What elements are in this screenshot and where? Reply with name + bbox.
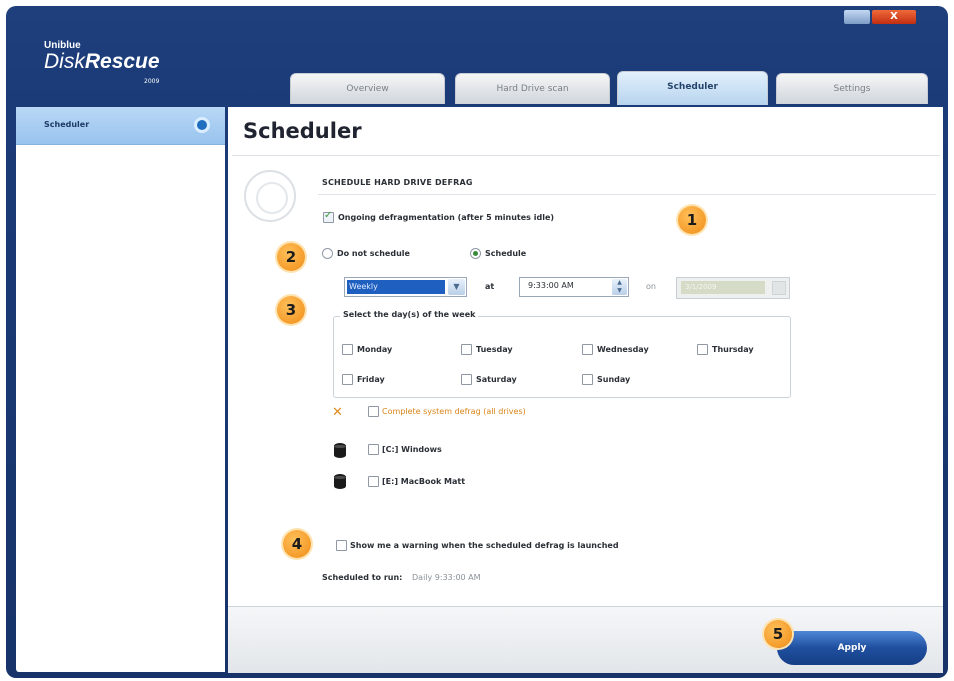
logo-year: 2009 (144, 78, 160, 85)
hard-drive-icon (334, 443, 346, 458)
close-button[interactable]: X (872, 10, 916, 24)
minimize-button[interactable] (844, 10, 870, 24)
callout-badge-4: 4 (283, 530, 311, 558)
sidebar-item-label: Scheduler (44, 120, 90, 129)
callout-badge-5: 5 (764, 620, 792, 648)
callout-badge-2: 2 (277, 243, 305, 271)
day-label-friday: Friday (357, 375, 385, 384)
day-label-tuesday: Tuesday (476, 345, 513, 354)
tuesday-checkbox[interactable] (461, 344, 472, 355)
drive-c-label: [C:] Windows (382, 445, 442, 454)
tab-overview[interactable]: Overview (290, 73, 445, 104)
date-value: 3/1/2009 (681, 281, 765, 294)
warning-label: Show me a warning when the scheduled def… (350, 541, 619, 550)
wednesday-checkbox[interactable] (582, 344, 593, 355)
tab-settings[interactable]: Settings (776, 73, 928, 104)
apply-button[interactable]: Apply (777, 631, 927, 665)
do-not-schedule-label: Do not schedule (337, 249, 410, 258)
section-divider (318, 194, 936, 195)
chevron-down-icon[interactable]: ▼ (448, 279, 465, 295)
days-legend: Select the day(s) of the week (340, 310, 479, 319)
time-spinner-icon[interactable]: ▲ ▼ (612, 279, 627, 295)
complete-defrag-label: Complete system defrag (all drives) (382, 407, 526, 416)
logo-name-light: Disk (44, 50, 85, 73)
monday-checkbox[interactable] (342, 344, 353, 355)
schedule-label: Schedule (485, 249, 527, 258)
app-logo: Uniblue DiskRescue 2009 (44, 40, 160, 85)
schedule-radio[interactable] (470, 248, 481, 259)
days-of-week-group (333, 316, 791, 398)
date-input[interactable]: 3/1/2009 (676, 277, 790, 299)
scheduled-label: Scheduled to run: (322, 573, 403, 582)
frequency-value: Weekly (347, 280, 445, 294)
on-label: on (646, 282, 656, 291)
section-title: SCHEDULE HARD DRIVE DEFRAG (322, 178, 473, 187)
calendar-button[interactable] (772, 281, 786, 295)
scheduled-value: Daily 9:33:00 AM (412, 573, 481, 582)
day-label-thursday: Thursday (712, 345, 754, 354)
tab-scheduler[interactable]: Scheduler (617, 71, 768, 105)
title-divider (232, 155, 940, 156)
saturday-checkbox[interactable] (461, 374, 472, 385)
clock-icon (244, 170, 296, 222)
callout-badge-3: 3 (277, 296, 305, 324)
logo-name-bold: Rescue (84, 50, 160, 73)
time-input[interactable]: 9:33:00 AM ▲ ▼ (519, 277, 629, 297)
sidebar: Scheduler (16, 107, 225, 672)
sunday-checkbox[interactable] (582, 374, 593, 385)
do-not-schedule-radio[interactable] (322, 248, 333, 259)
day-label-sunday: Sunday (597, 375, 631, 384)
drive-e-checkbox[interactable] (368, 476, 379, 487)
frequency-select[interactable]: Weekly ▼ (344, 277, 467, 297)
complete-defrag-checkbox[interactable] (368, 406, 379, 417)
cross-icon: ✕ (332, 405, 343, 420)
hard-drive-icon (334, 474, 346, 489)
day-label-monday: Monday (357, 345, 393, 354)
thursday-checkbox[interactable] (697, 344, 708, 355)
tab-hard-drive-scan[interactable]: Hard Drive scan (455, 73, 610, 104)
page-title: Scheduler (243, 119, 362, 143)
friday-checkbox[interactable] (342, 374, 353, 385)
time-value: 9:33:00 AM (528, 281, 574, 290)
callout-badge-1: 1 (678, 206, 706, 234)
drive-c-checkbox[interactable] (368, 444, 379, 455)
warning-checkbox[interactable] (336, 540, 347, 551)
ongoing-defrag-label: Ongoing defragmentation (after 5 minutes… (338, 213, 555, 222)
ongoing-defrag-checkbox[interactable] (323, 210, 334, 223)
selected-indicator-icon (194, 117, 210, 133)
at-label: at (485, 282, 495, 291)
day-label-wednesday: Wednesday (597, 345, 649, 354)
day-label-saturday: Saturday (476, 375, 517, 384)
sidebar-item-scheduler[interactable]: Scheduler (16, 107, 225, 145)
logo-name: DiskRescue (44, 51, 160, 73)
drive-e-label: [E:] MacBook Matt (382, 477, 466, 486)
